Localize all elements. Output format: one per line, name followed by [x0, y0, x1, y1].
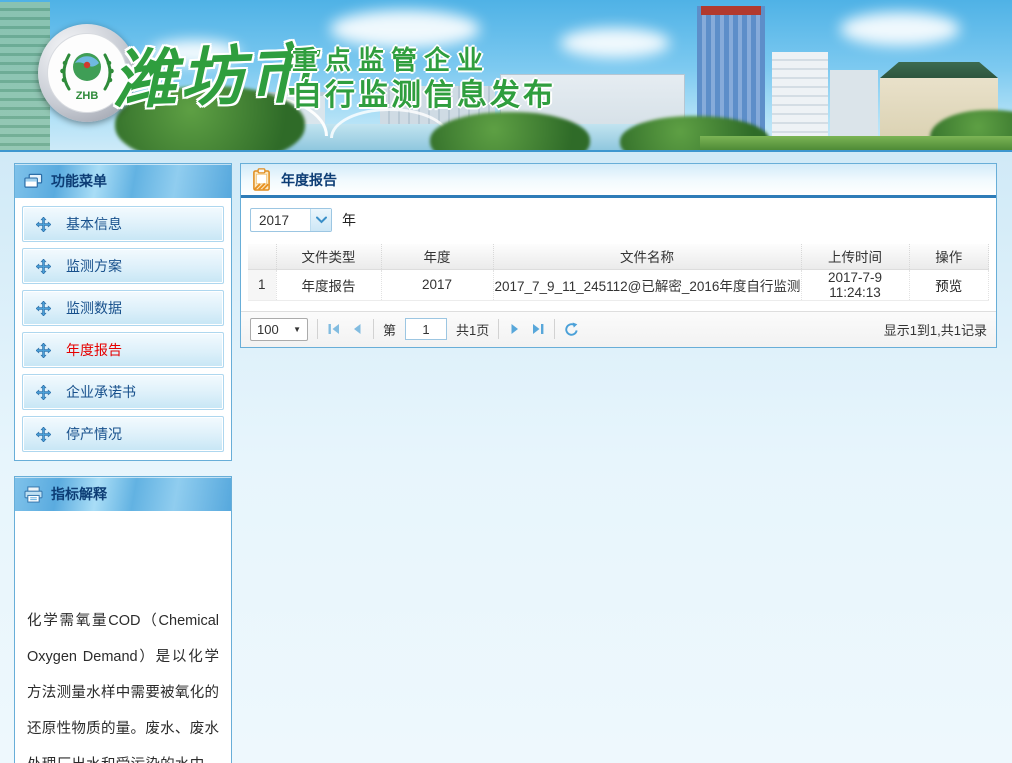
last-page-button[interactable]: [531, 322, 545, 336]
sidebar-item-monitoring-data[interactable]: 监测数据: [22, 290, 224, 326]
file-name-cell: 2017_7_9_11_245112@已解密_2016年度自行监测开展情况年: [493, 269, 801, 300]
pager-divider: [373, 319, 374, 339]
indicator-explanation-panel: 指标解释 化学需氧量COD（Chemical Oxygen Demand）是以化…: [14, 476, 232, 763]
page-prefix-label: 第: [383, 320, 396, 339]
move-arrows-icon: [36, 427, 51, 442]
pager-divider: [498, 319, 499, 339]
page-size-value: 100: [257, 322, 279, 337]
sidebar-item-enterprise-commitment[interactable]: 企业承诺书: [22, 374, 224, 410]
table-header-row: 文件类型 年度 文件名称 上传时间 操作: [248, 244, 989, 269]
sidebar: 功能菜单 基本信息 监测方案 监测数据: [14, 163, 232, 763]
function-menu-title: 功能菜单: [51, 171, 107, 191]
grass-decoration: [700, 136, 1012, 150]
annual-report-panel: 年度报告 2017 年: [240, 163, 997, 348]
svg-text:ZHB: ZHB: [76, 90, 99, 102]
col-header-file-type: 文件类型: [276, 244, 381, 269]
indicator-panel-title: 指标解释: [51, 484, 107, 504]
sidebar-item-label: 监测数据: [66, 298, 122, 318]
year-cell: 2017: [381, 269, 493, 300]
sidebar-item-annual-report[interactable]: 年度报告: [22, 332, 224, 368]
move-arrows-icon: [36, 301, 51, 316]
site-subtitle-line2: 自行监测信息发布: [292, 70, 556, 114]
site-city-title: 潍坊市: [110, 22, 317, 121]
refresh-icon: [564, 322, 579, 337]
table-row: 1 年度报告 2017 2017_7_9_11_245112@已解密_2016年…: [248, 269, 989, 300]
printer-icon: [24, 486, 43, 503]
cloud-decoration: [840, 12, 960, 46]
sidebar-item-monitoring-plan[interactable]: 监测方案: [22, 248, 224, 284]
sidebar-item-label: 停产情况: [66, 424, 122, 444]
cloud-decoration: [560, 28, 670, 58]
page-size-select[interactable]: 100 ▼: [250, 318, 308, 341]
move-arrows-icon: [36, 259, 51, 274]
header-banner: ZHB 潍坊市 重点监管企业 自行监测信息发布: [0, 0, 1012, 152]
page-number-input[interactable]: [405, 318, 447, 340]
last-page-icon: [531, 322, 545, 336]
function-menu-header: 功能菜单: [15, 164, 231, 198]
next-page-button[interactable]: [508, 322, 522, 336]
year-select-value: 2017: [259, 213, 289, 228]
page: ZHB 潍坊市 重点监管企业 自行监测信息发布 功能菜单: [0, 0, 1012, 763]
first-page-icon: [327, 322, 341, 336]
file-type-cell: 年度报告: [276, 269, 381, 300]
annual-report-table: 文件类型 年度 文件名称 上传时间 操作 1 年度报告 2017 2017_7_: [248, 244, 989, 301]
sidebar-item-label: 年度报告: [66, 340, 122, 360]
menu-list: 基本信息 监测方案 监测数据 年度报告: [15, 198, 231, 460]
col-header-action: 操作: [909, 244, 989, 269]
pager-divider: [554, 319, 555, 339]
record-summary: 显示1到1,共1记录: [884, 320, 987, 339]
total-pages-label: 共1页: [456, 320, 489, 339]
indicator-panel-header: 指标解释: [15, 477, 231, 511]
col-header-upload-time: 上传时间: [801, 244, 909, 269]
pager-divider: [317, 319, 318, 339]
sidebar-item-label: 企业承诺书: [66, 382, 136, 402]
annual-report-body: 2017 年 文件类型: [241, 198, 996, 301]
prev-page-button[interactable]: [350, 322, 364, 336]
upload-time-cell: 2017-7-9 11:24:13: [801, 269, 909, 300]
col-header-file-name: 文件名称: [493, 244, 801, 269]
first-page-button[interactable]: [327, 322, 341, 336]
indicator-explanation-text: 化学需氧量COD（Chemical Oxygen Demand）是以化学方法测量…: [27, 603, 219, 763]
annual-report-title: 年度报告: [281, 170, 337, 190]
col-header-year: 年度: [381, 244, 493, 269]
annual-report-header: 年度报告: [241, 164, 996, 198]
prev-page-icon: [350, 322, 364, 336]
year-filter-row: 2017 年: [248, 208, 989, 232]
indicator-panel-body: 化学需氧量COD（Chemical Oxygen Demand）是以化学方法测量…: [15, 511, 231, 763]
action-cell: 预览: [909, 269, 989, 300]
move-arrows-icon: [36, 217, 51, 232]
sidebar-item-production-stoppage[interactable]: 停产情况: [22, 416, 224, 452]
col-header-index: [248, 244, 276, 269]
page-content: 功能菜单 基本信息 监测方案 监测数据: [0, 152, 1012, 763]
pagination-bar: 100 ▼ 第 共1页: [241, 311, 996, 347]
next-page-icon: [508, 322, 522, 336]
year-select[interactable]: 2017: [250, 208, 332, 232]
sidebar-item-basic-info[interactable]: 基本信息: [22, 206, 224, 242]
row-index-cell: 1: [248, 269, 276, 300]
windows-icon: [24, 173, 43, 189]
year-unit-label: 年: [342, 210, 356, 230]
caret-down-icon: ▼: [293, 325, 301, 334]
move-arrows-icon: [36, 343, 51, 358]
sidebar-item-label: 基本信息: [66, 214, 122, 234]
refresh-button[interactable]: [564, 322, 579, 337]
function-menu-panel: 功能菜单 基本信息 监测方案 监测数据: [14, 163, 232, 461]
clipboard-icon: [252, 168, 271, 191]
move-arrows-icon: [36, 385, 51, 400]
sidebar-item-label: 监测方案: [66, 256, 122, 276]
preview-link[interactable]: 预览: [935, 279, 962, 294]
chevron-down-icon: [310, 209, 331, 231]
